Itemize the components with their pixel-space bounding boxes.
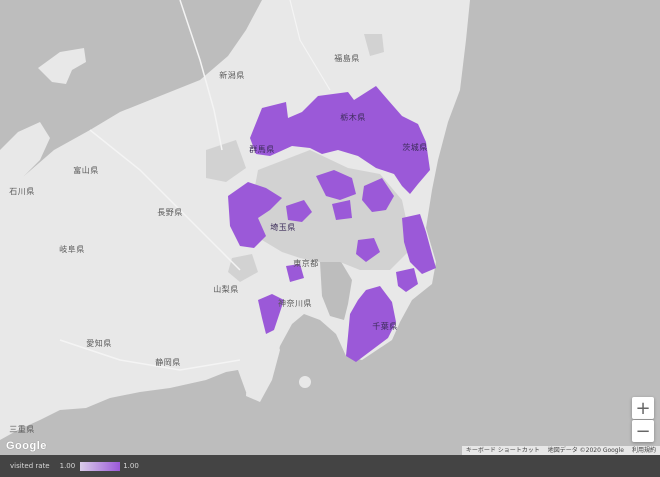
label-fukushima: 福島県 <box>334 54 360 63</box>
label-ibaraki: 茨城県 <box>402 143 428 152</box>
keyboard-shortcuts-link[interactable]: キーボード ショートカット <box>462 446 544 455</box>
label-gifu: 岐阜県 <box>59 245 85 254</box>
google-logo[interactable]: Google <box>6 440 47 452</box>
legend-gradient <box>80 461 121 471</box>
label-shizuoka: 静岡県 <box>155 358 181 367</box>
zoom-in-button[interactable]: + <box>632 397 654 419</box>
legend-min: 1.00 <box>59 462 76 470</box>
oshima-island <box>299 376 311 388</box>
label-mie: 三重県 <box>9 425 35 434</box>
zoom-out-control: − <box>632 420 654 442</box>
label-tochigi: 栃木県 <box>340 113 366 122</box>
map-data-text: 地図データ ©2020 Google <box>547 447 624 454</box>
label-tokyo: 東京都 <box>293 259 319 268</box>
label-yamanashi: 山梨県 <box>213 285 239 294</box>
legend-max: 1.00 <box>123 462 139 470</box>
map-canvas[interactable]: 福島県 新潟県 栃木県 群馬県 茨城県 富山県 石川県 長野県 岐阜県 埼玉県 … <box>0 0 660 455</box>
zoom-out-button[interactable]: − <box>632 420 654 442</box>
label-gunma: 群馬県 <box>249 145 275 154</box>
label-nagano: 長野県 <box>157 208 183 217</box>
map-attribution: キーボード ショートカット 地図データ ©2020 Google 利用規約 <box>461 446 660 455</box>
label-aichi: 愛知県 <box>86 339 112 348</box>
map-base <box>0 0 660 455</box>
label-niigata: 新潟県 <box>219 71 245 80</box>
label-toyama: 富山県 <box>73 166 99 175</box>
legend-title: visited rate <box>10 462 50 470</box>
label-ishikawa: 石川県 <box>9 187 35 196</box>
zoom-in-control: + <box>632 397 654 419</box>
label-chiba: 千葉県 <box>372 322 398 331</box>
terms-link[interactable]: 利用規約 <box>628 446 660 455</box>
label-saitama: 埼玉県 <box>270 223 296 232</box>
label-kanagawa: 神奈川県 <box>278 299 312 308</box>
legend-bar: visited rate 1.00 1.00 <box>0 455 660 477</box>
